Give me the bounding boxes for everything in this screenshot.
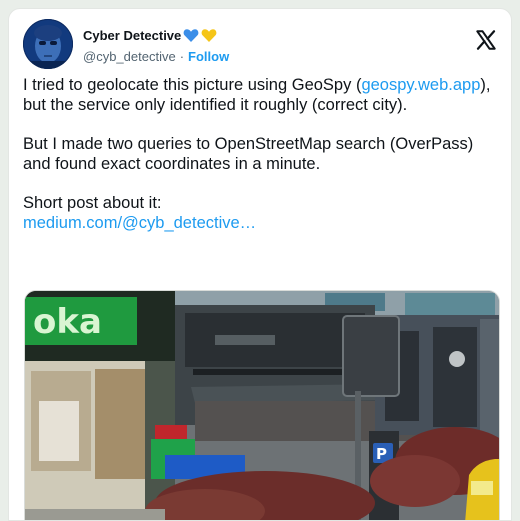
x-logo-icon[interactable] <box>475 29 497 51</box>
tweet-card: Cyber Detective @cyb_detective · Follow … <box>8 8 512 521</box>
avatar-image <box>23 19 73 69</box>
author-display-name[interactable]: Cyber Detective <box>83 28 181 43</box>
author-handle[interactable]: @cyb_detective <box>83 49 176 64</box>
tweet-paragraph-3: Short post about it: medium.com/@cyb_dete… <box>23 193 503 233</box>
separator-dot: · <box>179 48 185 64</box>
medium-link[interactable]: medium.com/@cyb_detective… <box>23 214 256 232</box>
tweet-paragraph-2: But I made two queries to OpenStreetMap … <box>23 135 474 173</box>
parking-sign: P <box>376 445 387 463</box>
avatar[interactable] <box>23 19 73 69</box>
paragraph-3-text: Short post about it: <box>23 194 162 212</box>
handle-row: @cyb_detective · Follow <box>83 47 229 65</box>
store-sign-text: oka <box>33 302 102 342</box>
follow-button[interactable]: Follow <box>188 49 229 64</box>
yellow-heart-icon <box>201 28 217 42</box>
tweet-text: I tried to geolocate this picture using … <box>23 75 503 233</box>
tweet-photo[interactable]: oka P <box>24 290 500 520</box>
name-row: Cyber Detective <box>83 25 217 45</box>
blue-heart-icon <box>183 28 199 42</box>
geospy-link[interactable]: geospy.web.app <box>361 76 480 94</box>
paragraph-1-text-before: I tried to geolocate this picture using … <box>23 76 362 94</box>
tweet-paragraph-1: I tried to geolocate this picture using … <box>23 75 503 115</box>
street-photo: oka P <box>25 291 499 520</box>
tweet-header: Cyber Detective @cyb_detective · Follow <box>23 19 499 71</box>
